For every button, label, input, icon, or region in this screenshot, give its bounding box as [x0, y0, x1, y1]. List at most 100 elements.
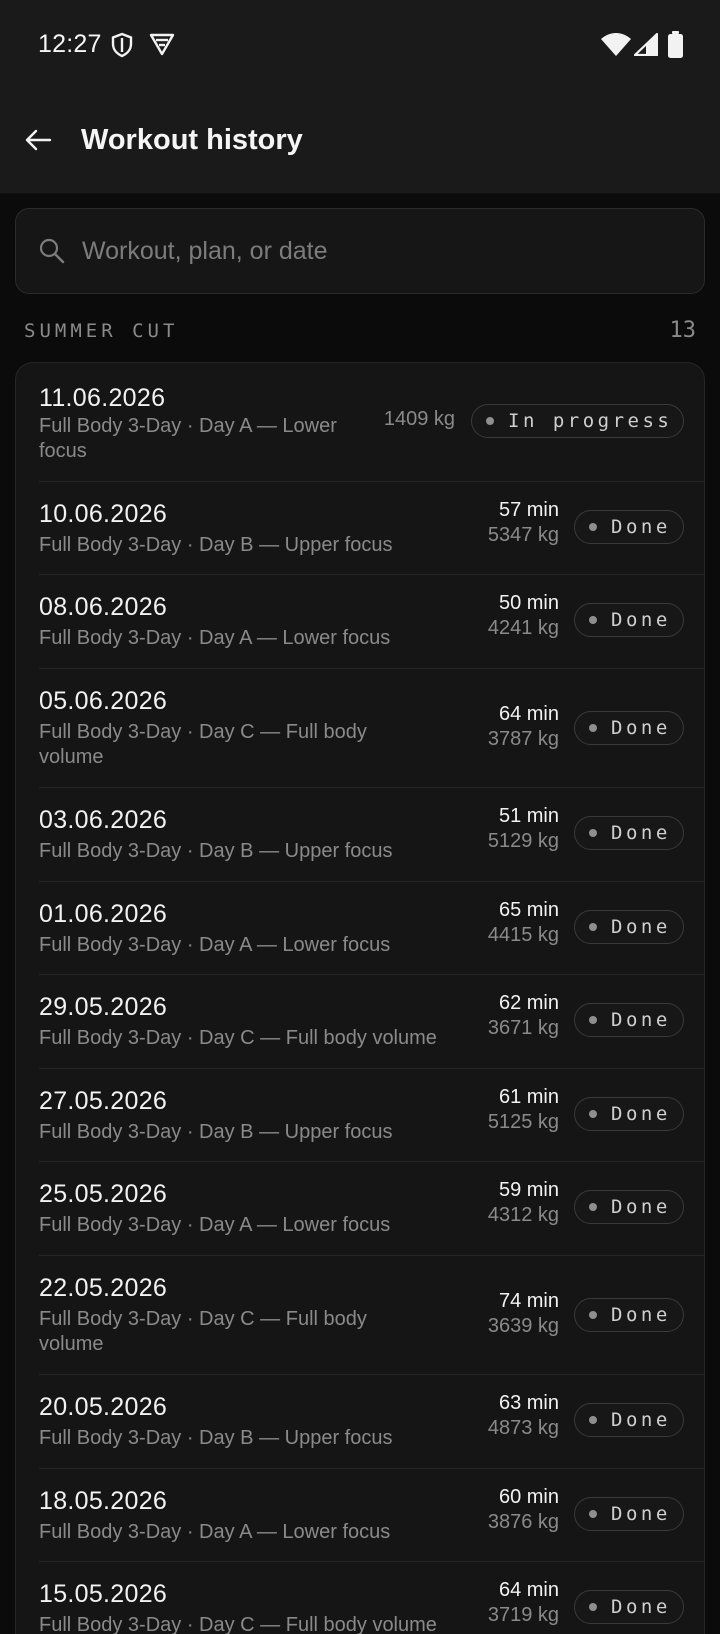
status-text: Done	[611, 717, 671, 739]
workout-date: 25.05.2026	[39, 1180, 168, 1208]
workout-date: 05.06.2026	[39, 687, 168, 715]
workout-plan: Full Body 3-Day · Day C — Full body volu…	[39, 1614, 437, 1634]
status-badge: Done	[574, 1403, 684, 1437]
shield-icon	[110, 32, 134, 63]
workout-plan: Full Body 3-Day · Day B — Upper focus	[39, 1121, 393, 1143]
status-dot-icon	[589, 1510, 597, 1518]
status-text: Done	[611, 822, 671, 844]
workout-plan: Full Body 3-Day · Day A — Lower focus	[39, 934, 391, 956]
workout-row[interactable]: 29.05.2026 Full Body 3-Day · Day C — Ful…	[16, 975, 704, 1069]
workout-plan: Full Body 3-Day · Day B — Upper focus	[39, 840, 393, 862]
workout-volume: 5129 kg	[487, 830, 559, 852]
search-input[interactable]	[82, 209, 682, 293]
workout-date: 11.06.2026	[39, 384, 166, 412]
status-text: Done	[611, 1009, 671, 1031]
workout-volume: 4873 kg	[487, 1417, 559, 1439]
search-box[interactable]	[15, 208, 705, 294]
workout-plan: Full Body 3-Day · Day B — Upper focus	[39, 1427, 393, 1449]
status-dot-icon	[589, 923, 597, 931]
workout-duration: 50 min	[498, 592, 559, 614]
status-dot-icon	[486, 417, 494, 425]
workout-duration: 61 min	[498, 1086, 559, 1108]
status-badge: Done	[574, 711, 684, 745]
workout-volume: 5347 kg	[487, 524, 559, 546]
status-badge: Done	[574, 1298, 684, 1332]
workout-volume: 3876 kg	[487, 1511, 559, 1533]
status-dot-icon	[589, 724, 597, 732]
workout-duration: 64 min	[498, 1579, 559, 1601]
status-time: 12:27	[38, 30, 102, 58]
workout-duration: 64 min	[498, 703, 559, 725]
back-button[interactable]	[14, 118, 62, 166]
workout-duration: 62 min	[498, 992, 559, 1014]
workout-duration: 59 min	[498, 1179, 559, 1201]
status-badge: Done	[574, 910, 684, 944]
status-text: Done	[611, 1196, 671, 1218]
status-text: Done	[611, 516, 671, 538]
vpn-shield-icon	[149, 32, 175, 61]
status-dot-icon	[589, 829, 597, 837]
status-text: Done	[611, 609, 671, 631]
workout-row[interactable]: 20.05.2026 Full Body 3-Day · Day B — Upp…	[16, 1375, 704, 1469]
status-dot-icon	[589, 1603, 597, 1611]
workout-date: 20.05.2026	[39, 1393, 168, 1421]
status-badge: Done	[574, 816, 684, 850]
workout-row[interactable]: 15.05.2026 Full Body 3-Day · Day C — Ful…	[16, 1562, 704, 1634]
workout-volume: 3719 kg	[487, 1604, 559, 1626]
workout-date: 08.06.2026	[39, 593, 168, 621]
workout-duration: 65 min	[498, 899, 559, 921]
workout-plan: Full Body 3-Day · Day C — Full body volu…	[39, 1308, 367, 1355]
workout-row[interactable]: 05.06.2026 Full Body 3-Day · Day C — Ful…	[16, 669, 704, 788]
status-bar: 12:27	[0, 0, 720, 92]
workout-row[interactable]: 11.06.2026 Full Body 3-Day · Day A — Low…	[16, 363, 704, 482]
workout-plan: Full Body 3-Day · Day A — Lower focus	[39, 1214, 391, 1236]
workout-row[interactable]: 25.05.2026 Full Body 3-Day · Day A — Low…	[16, 1162, 704, 1256]
workout-list: 11.06.2026 Full Body 3-Day · Day A — Low…	[15, 362, 705, 1634]
workout-date: 10.06.2026	[39, 500, 168, 528]
workout-plan: Full Body 3-Day · Day B — Upper focus	[39, 534, 393, 556]
workout-duration: 51 min	[498, 805, 559, 827]
workout-volume: 3787 kg	[487, 728, 559, 750]
workout-row[interactable]: 03.06.2026 Full Body 3-Day · Day B — Upp…	[16, 788, 704, 882]
workout-volume: 3671 kg	[487, 1017, 559, 1039]
workout-row[interactable]: 10.06.2026 Full Body 3-Day · Day B — Upp…	[16, 482, 704, 575]
workout-plan: Full Body 3-Day · Day A — Lower focus	[39, 415, 337, 462]
workout-plan: Full Body 3-Day · Day A — Lower focus	[39, 627, 391, 649]
workout-row[interactable]: 27.05.2026 Full Body 3-Day · Day B — Upp…	[16, 1069, 704, 1162]
status-badge: Done	[574, 1003, 684, 1037]
status-dot-icon	[589, 616, 597, 624]
workout-date: 29.05.2026	[39, 993, 168, 1021]
app-bar: Workout history	[0, 92, 720, 194]
workout-date: 22.05.2026	[39, 1274, 168, 1302]
workout-volume: 4312 kg	[487, 1204, 559, 1226]
status-text: Done	[611, 1596, 671, 1618]
workout-duration: 74 min	[498, 1290, 559, 1312]
workout-row[interactable]: 18.05.2026 Full Body 3-Day · Day A — Low…	[16, 1469, 704, 1562]
status-text: Done	[611, 1103, 671, 1125]
status-dot-icon	[589, 1416, 597, 1424]
status-badge: Done	[574, 510, 684, 544]
status-text: Done	[611, 1409, 671, 1431]
section-header: SUMMER CUT 13	[24, 318, 696, 348]
workout-row[interactable]: 01.06.2026 Full Body 3-Day · Day A — Low…	[16, 882, 704, 975]
workout-date: 18.05.2026	[39, 1487, 168, 1515]
workout-row[interactable]: 22.05.2026 Full Body 3-Day · Day C — Ful…	[16, 1256, 704, 1375]
workout-volume: 5125 kg	[487, 1111, 559, 1133]
status-badge: In progress	[471, 404, 684, 438]
workout-row[interactable]: 08.06.2026 Full Body 3-Day · Day A — Low…	[16, 575, 704, 669]
status-dot-icon	[589, 1110, 597, 1118]
status-text: Done	[611, 916, 671, 938]
status-dot-icon	[589, 1016, 597, 1024]
wifi-icon	[601, 33, 631, 61]
workout-date: 03.06.2026	[39, 806, 168, 834]
workout-duration: 60 min	[498, 1486, 559, 1508]
status-dot-icon	[589, 1311, 597, 1319]
status-badge: Done	[574, 1190, 684, 1224]
status-badge: Done	[574, 1590, 684, 1624]
workout-duration: 63 min	[498, 1392, 559, 1414]
cell-signal-icon	[633, 32, 659, 61]
page-title: Workout history	[81, 124, 303, 156]
workout-volume: 4241 kg	[487, 617, 559, 639]
status-dot-icon	[589, 1203, 597, 1211]
status-text: Done	[611, 1503, 671, 1525]
